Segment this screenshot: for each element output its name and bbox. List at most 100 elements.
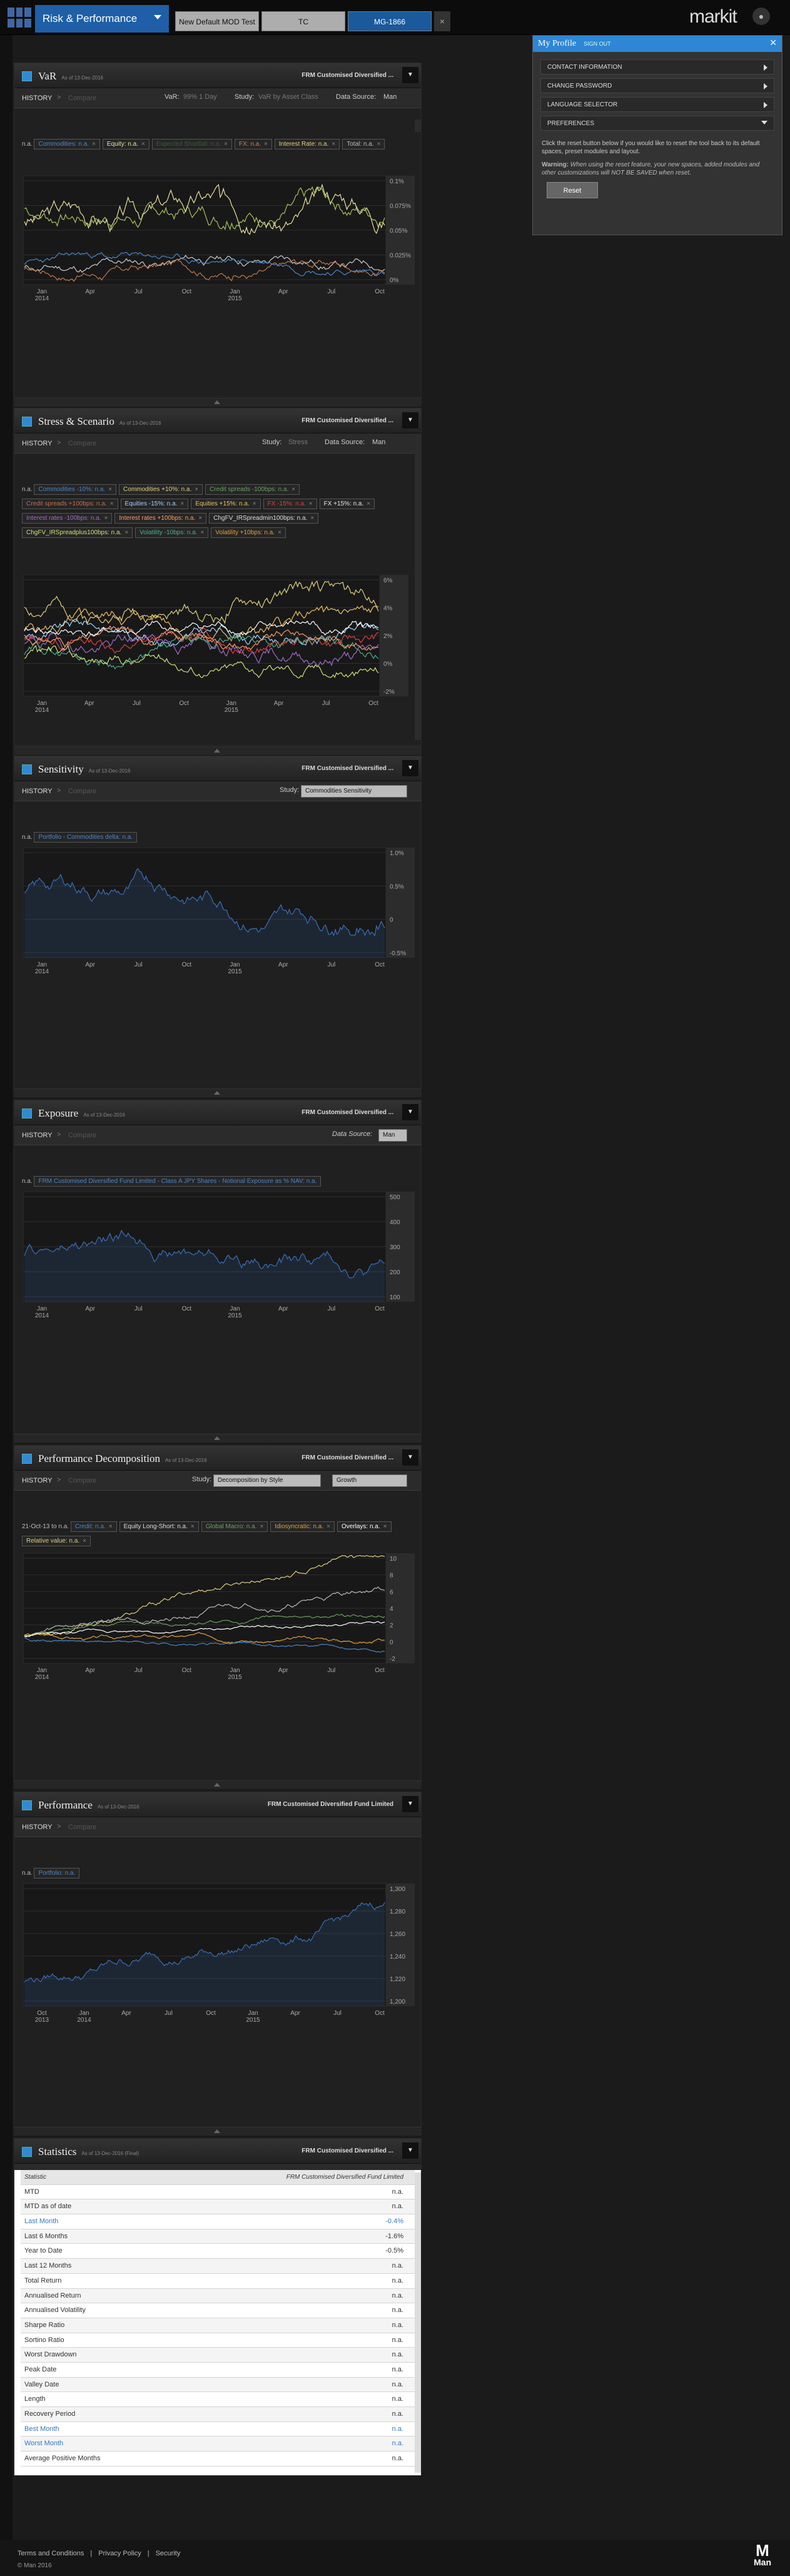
- legend-chip[interactable]: Credit: n.a. ×: [70, 1521, 117, 1532]
- legend-chip[interactable]: Equities -15%: n.a. ×: [120, 499, 189, 509]
- tab-new-default[interactable]: New Default MOD Test: [175, 11, 259, 31]
- fund-selector[interactable]: FRM Customised Diversified ...: [301, 72, 393, 79]
- remove-icon[interactable]: ×: [198, 515, 202, 522]
- study-select[interactable]: Commodities Sensitivity: [301, 785, 407, 798]
- legend-chip[interactable]: Overlays: n.a. ×: [337, 1521, 392, 1532]
- legend-chip[interactable]: Portfolio: n.a.: [34, 1868, 80, 1879]
- remove-icon[interactable]: ×: [224, 141, 228, 148]
- legend-chip[interactable]: ChgFV_IRSpreadplus100bps: n.a. ×: [22, 527, 133, 538]
- var-value[interactable]: 99% 1 Day: [183, 93, 217, 101]
- legend-chip[interactable]: Expected Shortfall: n.a. ×: [151, 139, 233, 150]
- legend-chip[interactable]: Volatility -10bps: n.a. ×: [135, 527, 209, 538]
- performance-chart[interactable]: 1,3001,2801,2601,2401,2201,200Oct2013Jan…: [21, 1881, 416, 2026]
- chevron-down-icon[interactable]: ▼: [402, 1104, 418, 1120]
- legend-chip[interactable]: ChgFV_IRSpreadmin100bps: n.a. ×: [209, 513, 319, 524]
- apps-grid-icon[interactable]: [8, 8, 31, 28]
- security-link[interactable]: Security: [156, 2550, 181, 2557]
- compare-tab[interactable]: Compare: [68, 1132, 96, 1139]
- legend-chip[interactable]: Commodities +10%: n.a. ×: [119, 484, 203, 495]
- profile-preferences[interactable]: PREFERENCES: [540, 116, 774, 131]
- legend-chip[interactable]: FRM Customised Diversified Fund Limited …: [34, 1176, 322, 1187]
- study-value[interactable]: VaR by Asset Class: [258, 93, 318, 101]
- remove-icon[interactable]: ×: [264, 141, 268, 148]
- legend-chip[interactable]: Commodities -10%: n.a. ×: [34, 484, 117, 495]
- var-chart[interactable]: 0.1%0.075%0.05%0.025%0%Jan2014Apr Jul Oct J…: [21, 173, 416, 305]
- history-tab[interactable]: HISTORY: [22, 1823, 53, 1831]
- remove-icon[interactable]: ×: [195, 486, 198, 493]
- remove-icon[interactable]: ×: [332, 141, 335, 148]
- remove-icon[interactable]: ×: [278, 529, 281, 536]
- chevron-down-icon[interactable]: ▼: [402, 1796, 418, 1812]
- remove-icon[interactable]: ×: [108, 486, 112, 493]
- history-tab[interactable]: HISTORY: [22, 440, 53, 447]
- legend-chip[interactable]: Relative value: n.a. ×: [22, 1536, 91, 1546]
- exposure-chart[interactable]: 500400300200100Jan2014Apr Jul Oct Jan2015Ap…: [21, 1189, 416, 1322]
- remove-icon[interactable]: ×: [191, 1523, 195, 1530]
- chevron-down-icon[interactable]: ▼: [402, 412, 418, 428]
- panel-resize-handle[interactable]: [14, 1780, 422, 1789]
- legend-chip[interactable]: Interest Rate: n.a. ×: [274, 139, 340, 150]
- privacy-link[interactable]: Privacy Policy: [98, 2550, 141, 2557]
- remove-icon[interactable]: ×: [260, 1523, 263, 1530]
- chevron-down-icon[interactable]: ▼: [402, 1449, 418, 1466]
- chevron-down-icon[interactable]: ▼: [402, 2142, 418, 2159]
- fund-selector[interactable]: FRM Customised Diversified ...: [301, 417, 393, 424]
- scrollbar[interactable]: [415, 434, 421, 740]
- remove-icon[interactable]: ×: [124, 529, 128, 536]
- history-tab[interactable]: HISTORY: [22, 788, 53, 795]
- legend-chip[interactable]: Interest rates +100bps: n.a. ×: [114, 513, 207, 524]
- compare-tab[interactable]: Compare: [68, 440, 96, 447]
- growth-select[interactable]: Growth: [332, 1474, 407, 1487]
- legend-chip[interactable]: Volatility +10bps: n.a. ×: [211, 527, 286, 538]
- profile-change-password[interactable]: CHANGE PASSWORD: [540, 78, 774, 93]
- legend-chip[interactable]: FX -15%: n.a. ×: [263, 499, 317, 509]
- ds-value[interactable]: Man: [383, 93, 397, 101]
- fund-selector[interactable]: FRM Customised Diversified ...: [301, 1109, 393, 1116]
- sign-out-link[interactable]: SIGN OUT: [584, 41, 611, 47]
- history-tab[interactable]: HISTORY: [22, 1132, 53, 1139]
- tab-mg-1866[interactable]: MG-1866: [348, 11, 432, 31]
- remove-icon[interactable]: ×: [180, 500, 184, 507]
- legend-chip[interactable]: Equity: n.a. ×: [102, 139, 149, 150]
- study-value[interactable]: Stress: [288, 439, 308, 446]
- panel-resize-handle[interactable]: [14, 1434, 422, 1443]
- legend-chip[interactable]: Commodities: n.a. ×: [34, 139, 100, 150]
- remove-icon[interactable]: ×: [383, 1523, 387, 1530]
- stress-chart[interactable]: 6%4%2%0%-2%Jan2014Apr Jul Oct Jan2015Apr Jul…: [21, 572, 410, 716]
- ds-value[interactable]: Man: [372, 439, 385, 446]
- legend-chip[interactable]: Idiosyncratic: n.a. ×: [270, 1521, 335, 1532]
- panel-resize-handle[interactable]: [14, 746, 422, 755]
- fund-selector[interactable]: FRM Customised Diversified ...: [301, 765, 393, 772]
- study-select[interactable]: Decomposition by Style: [213, 1474, 321, 1487]
- history-tab[interactable]: HISTORY: [22, 94, 53, 102]
- remove-icon[interactable]: ×: [367, 500, 370, 507]
- remove-icon[interactable]: ×: [110, 500, 114, 507]
- legend-chip[interactable]: Credit spreads +100bps: n.a. ×: [22, 499, 118, 509]
- legend-chip[interactable]: FX +15%: n.a. ×: [319, 499, 375, 509]
- remove-icon[interactable]: ×: [92, 141, 96, 148]
- profile-contact-info[interactable]: CONTACT INFORMATION: [540, 59, 774, 74]
- panel-resize-handle[interactable]: [14, 398, 422, 407]
- reset-button[interactable]: Reset: [547, 182, 598, 198]
- compare-tab[interactable]: Compare: [68, 788, 96, 795]
- compare-tab[interactable]: Compare: [68, 1477, 96, 1484]
- scrollbar[interactable]: [415, 2173, 421, 2473]
- remove-icon[interactable]: ×: [104, 515, 108, 522]
- remove-icon[interactable]: ×: [253, 500, 256, 507]
- remove-icon[interactable]: ×: [310, 515, 314, 522]
- terms-link[interactable]: Terms and Conditions: [18, 2550, 84, 2557]
- scrollbar[interactable]: [415, 119, 421, 132]
- compare-tab[interactable]: Compare: [68, 94, 96, 102]
- legend-chip[interactable]: Equity Long-Short: n.a. ×: [119, 1521, 199, 1532]
- legend-chip[interactable]: Global Macro: n.a. ×: [201, 1521, 268, 1532]
- close-tab-icon[interactable]: ×: [434, 11, 450, 31]
- remove-icon[interactable]: ×: [200, 529, 204, 536]
- panel-resize-handle[interactable]: [14, 1088, 422, 1097]
- fund-selector[interactable]: FRM Customised Diversified Fund Limited: [268, 1801, 393, 1808]
- chevron-down-icon[interactable]: ▼: [402, 67, 418, 83]
- remove-icon[interactable]: ×: [377, 141, 381, 148]
- close-icon[interactable]: ✕: [769, 38, 777, 49]
- panel-resize-handle[interactable]: [14, 2127, 422, 2136]
- legend-chip[interactable]: Credit spreads -100bps: n.a. ×: [205, 484, 300, 495]
- app-title-dropdown[interactable]: Risk & Performance: [35, 5, 169, 33]
